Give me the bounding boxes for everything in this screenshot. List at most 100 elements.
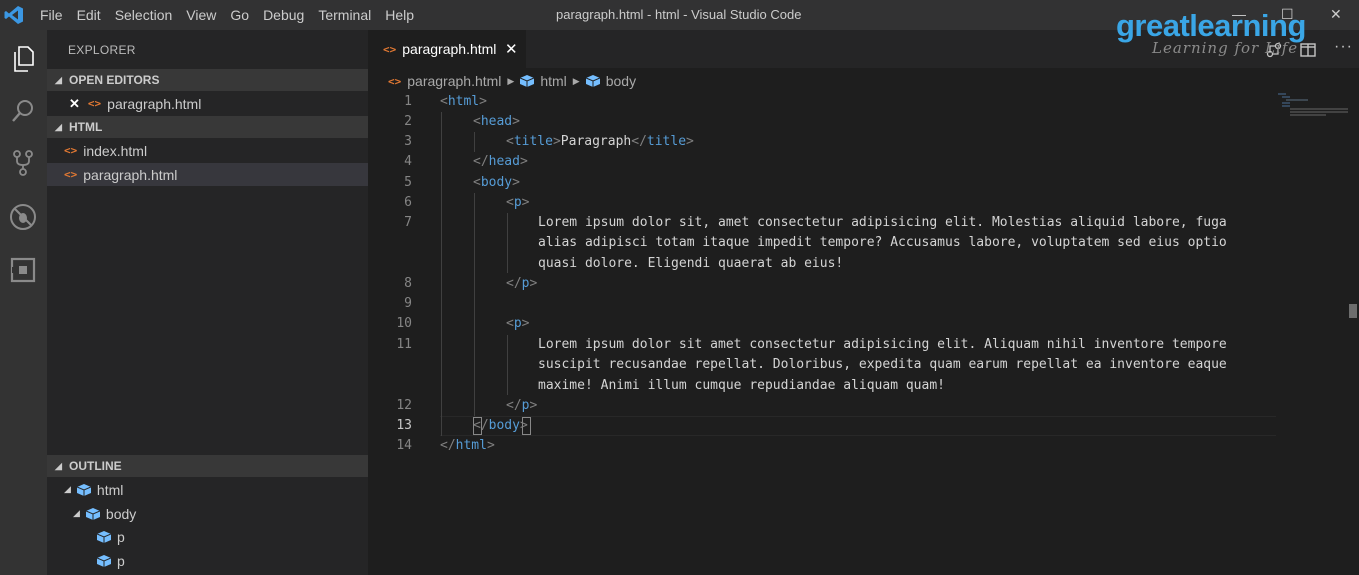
open-editor-label: paragraph.html xyxy=(107,95,202,112)
explorer-sidebar: EXPLORER ◢ OPEN EDITORS ✕ <> paragraph.h… xyxy=(47,30,368,575)
open-editors-label: OPEN EDITORS xyxy=(69,73,160,87)
outline-label: body xyxy=(105,505,137,522)
breadcrumb: <> paragraph.html ▶ html ▶ body xyxy=(388,71,636,91)
line-number: 8 xyxy=(404,276,412,291)
outline-label: OUTLINE xyxy=(69,459,122,473)
menu-bar: File Edit Selection View Go Debug Termin… xyxy=(40,0,428,30)
outline-label: p xyxy=(117,528,125,545)
line-number: 2 xyxy=(404,114,412,129)
outline-item-body[interactable]: ◢ body xyxy=(47,502,368,525)
symbol-element-icon xyxy=(76,483,91,496)
file-label: index.html xyxy=(83,142,148,159)
code-line-active: </body> xyxy=(473,418,528,433)
open-editor-item[interactable]: ✕ <> paragraph.html xyxy=(47,92,368,115)
line-number: 11 xyxy=(396,337,412,352)
source-control-icon[interactable] xyxy=(7,147,39,179)
indent-guide xyxy=(507,335,508,395)
code-line: <html> xyxy=(440,94,487,109)
outline-label: p xyxy=(117,552,125,569)
outline-item-p[interactable]: p xyxy=(47,525,368,548)
close-tab-icon[interactable]: ✕ xyxy=(505,40,518,58)
code-line: Lorem ipsum dolor sit amet consectetur a… xyxy=(538,337,1227,352)
menu-debug[interactable]: Debug xyxy=(263,7,304,23)
line-number: 6 xyxy=(404,195,412,210)
chevron-down-icon: ◢ xyxy=(55,460,62,471)
line-number: 14 xyxy=(396,438,412,453)
html-file-icon: <> xyxy=(388,74,402,88)
symbol-element-icon xyxy=(585,75,600,87)
menu-view[interactable]: View xyxy=(186,7,216,23)
chevron-down-icon: ◢ xyxy=(55,74,62,85)
code-line: suscipit recusandae repellat. Doloribus,… xyxy=(538,357,1227,372)
outline-item-html[interactable]: ◢ html xyxy=(47,478,368,501)
code-line: alias adipisci totam itaque impedit temp… xyxy=(538,235,1227,250)
line-number: 1 xyxy=(404,94,412,109)
code-line: Lorem ipsum dolor sit, amet consectetur … xyxy=(538,215,1227,230)
search-icon[interactable] xyxy=(7,95,39,127)
indent-guide xyxy=(441,112,442,436)
symbol-element-icon xyxy=(97,530,111,543)
code-line: <body> xyxy=(473,175,520,190)
current-line-highlight xyxy=(440,416,1276,436)
tab-paragraph-html[interactable]: <> paragraph.html ✕ xyxy=(368,30,526,68)
file-label: paragraph.html xyxy=(83,166,178,183)
debug-icon[interactable] xyxy=(7,201,39,233)
code-line: <title>Paragraph</title> xyxy=(506,134,694,149)
code-line: <p> xyxy=(506,316,530,331)
indent-guide xyxy=(474,193,475,416)
breadcrumb-item-file[interactable]: paragraph.html xyxy=(407,73,501,89)
menu-selection[interactable]: Selection xyxy=(115,7,173,23)
menu-file[interactable]: File xyxy=(40,7,63,23)
html-file-icon: <> xyxy=(64,168,78,181)
sidebar-title: EXPLORER xyxy=(68,43,136,57)
greatlearning-logo: greatlearning Learning for Life xyxy=(1116,8,1340,62)
indent-guide xyxy=(474,132,475,152)
explorer-icon[interactable] xyxy=(7,43,39,75)
menu-edit[interactable]: Edit xyxy=(77,7,101,23)
code-line: <head> xyxy=(473,114,520,129)
indent-guide xyxy=(507,213,508,273)
line-number: 12 xyxy=(396,398,412,413)
scrollbar-thumb[interactable] xyxy=(1349,304,1357,318)
open-editors-header[interactable]: ◢ OPEN EDITORS xyxy=(47,69,368,91)
code-line: </p> xyxy=(506,398,538,413)
menu-help[interactable]: Help xyxy=(385,7,414,23)
symbol-element-icon xyxy=(85,507,100,520)
folder-header-html[interactable]: ◢ HTML xyxy=(47,116,368,138)
close-editor-icon[interactable]: ✕ xyxy=(69,96,80,112)
code-line: maxime! Animi illum cumque repudiandae a… xyxy=(538,378,945,393)
file-item-index[interactable]: <> index.html xyxy=(47,139,368,162)
chevron-down-icon: ◢ xyxy=(55,121,62,132)
line-number: 9 xyxy=(404,296,412,311)
code-line: <p> xyxy=(506,195,530,210)
extensions-icon[interactable] xyxy=(7,254,39,286)
outline-header[interactable]: ◢ OUTLINE xyxy=(47,455,368,477)
code-line: quasi dolore. Eligendi quaerat ab eius! xyxy=(538,256,844,271)
breadcrumb-item-body[interactable]: body xyxy=(606,73,636,89)
line-number: 3 xyxy=(404,134,412,149)
tab-label: paragraph.html xyxy=(402,41,497,57)
symbol-element-icon xyxy=(520,75,535,87)
chevron-down-icon: ◢ xyxy=(73,508,80,518)
outline-item-p[interactable]: p xyxy=(47,549,368,572)
folder-label: HTML xyxy=(69,120,103,134)
file-item-paragraph[interactable]: <> paragraph.html xyxy=(47,163,368,186)
line-number: 10 xyxy=(396,316,412,331)
vertical-scrollbar[interactable] xyxy=(1348,92,1359,575)
chevron-right-icon: ▶ xyxy=(572,75,580,86)
activity-bar xyxy=(0,30,47,575)
window-title: paragraph.html - html - Visual Studio Co… xyxy=(556,7,802,22)
html-file-icon: <> xyxy=(64,144,78,157)
chevron-down-icon: ◢ xyxy=(64,484,71,494)
line-number: 4 xyxy=(404,154,412,169)
breadcrumb-item-html[interactable]: html xyxy=(540,73,566,89)
minimap[interactable] xyxy=(1278,92,1348,122)
menu-terminal[interactable]: Terminal xyxy=(318,7,371,23)
line-number: 7 xyxy=(404,215,412,230)
outline-label: html xyxy=(96,481,124,498)
code-line: </head> xyxy=(473,154,528,169)
menu-go[interactable]: Go xyxy=(230,7,249,23)
code-line: </p> xyxy=(506,276,538,291)
vscode-logo-icon xyxy=(4,6,23,24)
html-file-icon: <> xyxy=(383,42,397,56)
